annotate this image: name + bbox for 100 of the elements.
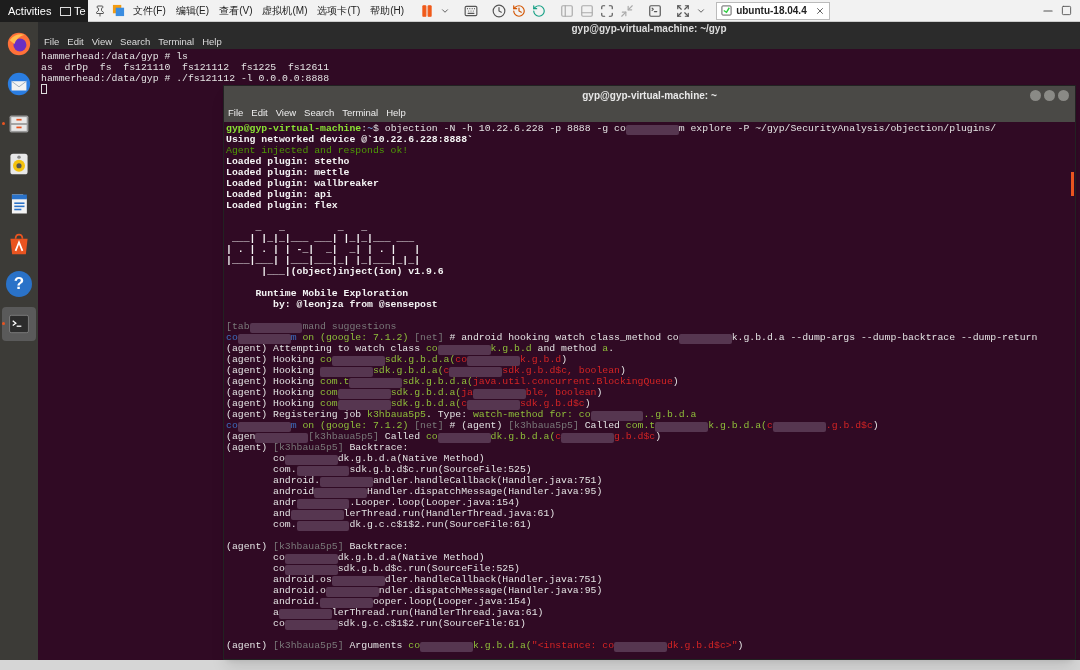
terminal-text: gyp@gyp-virtual-machine:~$ objection -N -h 10.22.6.228 -p 8888 -g co xyxy=(226,122,626,135)
terminal-text: ble, boolean) xyxy=(525,386,603,399)
terminal-text: ooper.loop(Looper.java:154) xyxy=(373,595,532,608)
menu-item[interactable]: 虚拟机(M) xyxy=(260,3,310,18)
fullscreen-icon[interactable] xyxy=(600,3,615,18)
menu-item[interactable]: View xyxy=(275,106,297,121)
clock-icon[interactable] xyxy=(492,3,507,18)
redaction-blur xyxy=(278,608,332,619)
maximize-button[interactable] xyxy=(1044,90,1055,101)
terminal-line: hammerhead:/data/gyp # ls xyxy=(41,50,188,61)
menu-item[interactable]: File xyxy=(228,106,244,121)
menu-item[interactable]: Terminal xyxy=(342,106,379,121)
menu-item[interactable]: Help xyxy=(386,106,406,121)
cursor-icon xyxy=(41,84,47,94)
menu-item[interactable]: 文件(F) xyxy=(131,3,168,18)
redaction-blur xyxy=(467,399,520,410)
tab-label: ubuntu-18.04.4 xyxy=(736,4,807,18)
terminal-text: |___|___| |___|___|_| |_|___|_|_| xyxy=(226,254,420,267)
terminal-text: (agent) [k3hbaua5p5] Backtrace: xyxy=(226,441,409,454)
terminal-text: m on (google: 7.1.2) [net] # android hooking watch class_method co xyxy=(290,331,679,344)
terminal-text: dk.g.b.d.a(Native Method) xyxy=(337,452,485,465)
menu-item[interactable]: 选项卡(T) xyxy=(315,3,363,18)
menu-item[interactable]: Edit xyxy=(251,106,268,121)
terminal-text: ..g.b.d.a xyxy=(643,408,697,422)
terminal-line: as drDp fs fs121110 fs121112 fs1225 fs12611 xyxy=(41,61,330,72)
menu-item[interactable]: File xyxy=(44,34,60,50)
redaction-blur xyxy=(655,421,709,432)
terminal-text: sdk.g.b.d.a(co xyxy=(384,353,468,366)
close-icon[interactable] xyxy=(814,5,825,16)
console-icon[interactable] xyxy=(648,3,663,18)
minimize-button[interactable] xyxy=(1030,90,1041,101)
menu-item[interactable]: Search xyxy=(304,106,335,121)
running-indicator-icon xyxy=(2,122,5,125)
redaction-blur xyxy=(331,575,385,586)
history-icon[interactable] xyxy=(512,3,527,18)
terminal-text: Handler.dispatchMessage(Handler.java:95) xyxy=(367,485,603,498)
pin-icon[interactable] xyxy=(94,4,106,17)
vm-logo-icon xyxy=(112,4,125,17)
redaction-blur xyxy=(284,619,338,630)
redaction-blur xyxy=(237,421,291,432)
maximize-icon[interactable] xyxy=(1061,5,1072,16)
redaction-blur xyxy=(678,333,732,344)
terminal-text: (agent) [k3hbaua5p5] Arguments co xyxy=(226,639,421,654)
help-button[interactable]: ? xyxy=(6,271,32,297)
terminal-text: Loaded plugin: flex xyxy=(226,199,338,214)
stretch-icon[interactable] xyxy=(676,3,691,18)
menu-item[interactable]: View xyxy=(91,34,113,50)
pause-icon[interactable] xyxy=(420,3,435,18)
vm-tab[interactable]: ubuntu-18.04.4 xyxy=(716,1,830,20)
redaction-blur xyxy=(449,366,503,377)
terminal-text: sdk.g.b.d.a(ja xyxy=(390,386,473,399)
restore-icon[interactable] xyxy=(532,3,547,18)
terminal-text: Loaded plugin: wallbreaker xyxy=(226,177,379,190)
terminal-text: sdk.g.b.d$c, boolean) xyxy=(502,364,626,377)
menu-item[interactable]: Search xyxy=(120,34,151,50)
close-button[interactable] xyxy=(1058,90,1069,101)
menu-item[interactable]: 编辑(E) xyxy=(173,3,212,18)
terminal-text: lerThread.run(HandlerThread.java:61) xyxy=(331,606,544,619)
terminal-text: dk.g.c.c$1$2.run(SourceFile:61) xyxy=(349,518,532,533)
terminal-text: (agen xyxy=(226,430,256,443)
terminal-text: (agent) Hooking com xyxy=(226,397,338,410)
menu-item[interactable]: Terminal xyxy=(158,34,195,50)
redaction-blur xyxy=(437,432,491,443)
redaction-blur xyxy=(249,322,303,333)
window-icon xyxy=(60,6,71,16)
terminal-text: [k3hbaua5p5] Called co xyxy=(308,430,438,443)
redaction-blur xyxy=(296,520,350,531)
redaction-blur xyxy=(290,509,344,520)
terminal-text: ___| |_|_|___ ___| |_|_|___ ___ xyxy=(230,232,415,245)
redaction-blur xyxy=(284,553,338,564)
terminal-text: (agent) Hooking com.t xyxy=(226,375,350,388)
redaction-blur xyxy=(772,421,826,432)
terminal-icon[interactable] xyxy=(2,307,36,341)
terminal-text: lerThread.run(HandlerThread.java:61) xyxy=(343,507,556,520)
terminal-text: sdk.g.b.d.a(c xyxy=(390,397,468,410)
terminal-text: k.g.b.d.a("<instance: co xyxy=(472,639,615,654)
menu-item[interactable]: 帮助(H) xyxy=(368,3,407,18)
activities-button[interactable]: Activities xyxy=(0,2,60,20)
redaction-blur xyxy=(590,410,644,421)
redaction-blur xyxy=(337,399,391,410)
redaction-blur xyxy=(325,586,379,597)
scrollbar-thumb[interactable] xyxy=(1071,172,1074,196)
terminal-text: Using networked device @`10.22.6.228:8888` xyxy=(226,133,473,146)
terminal-text: Runtime Mobile Exploration xyxy=(254,287,409,300)
terminal-text: ndler.dispatchMessage(Handler.java:95) xyxy=(378,584,603,597)
keyboard-icon[interactable] xyxy=(464,3,479,18)
terminal-text: m explore -P ~/gyp/SecurityAnalysis/objection/plugins/ xyxy=(678,122,997,137)
redaction-blur xyxy=(237,333,291,344)
terminal-text: sdk.g.c.c$1$2.run(SourceFile:61) xyxy=(337,617,526,632)
menu-item[interactable]: Help xyxy=(202,34,222,50)
redaction-blur xyxy=(420,641,473,652)
terminal-line: hammerhead:/data/gyp # ./fs121112 -l 0.0.0.0:8888 xyxy=(41,72,330,83)
terminal-text: sdk.g.b.d$c.run(SourceFile:525) xyxy=(337,562,520,575)
terminal-text: .Looper.loop(Looper.java:154) xyxy=(349,496,520,509)
menu-item[interactable]: 查看(V) xyxy=(217,3,255,18)
terminal-text: g.b.d$c) xyxy=(614,430,662,445)
terminal-text: android xyxy=(272,485,315,498)
terminal-text: by: @leonjza from @sensepost xyxy=(272,298,438,313)
menu-item[interactable]: Edit xyxy=(67,34,84,50)
terminal-text: Agent injected and responds ok! xyxy=(226,144,409,157)
